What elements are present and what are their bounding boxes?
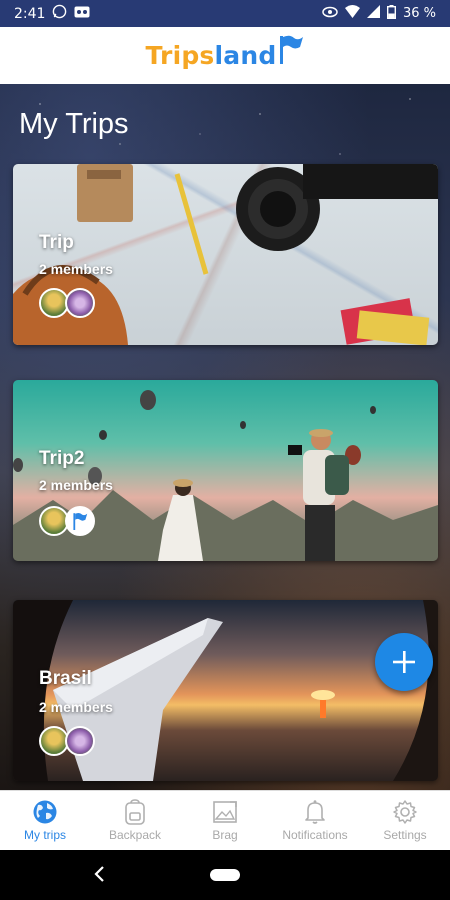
trip-card[interactable]: Trip 2 members — [13, 164, 438, 345]
nav-label: My trips — [24, 828, 66, 842]
app-logo: Trips land — [145, 35, 305, 70]
bell-icon — [305, 800, 325, 824]
status-time: 2:41 — [14, 5, 46, 22]
wifi-icon — [344, 5, 360, 22]
backpack-icon — [125, 799, 145, 825]
image-icon — [213, 801, 237, 823]
logo-text-trips: Trips — [145, 41, 215, 70]
trip-card[interactable]: Brasil 2 members — [13, 600, 438, 781]
trip-members: 2 members — [39, 477, 113, 493]
avatar — [65, 726, 95, 756]
whatsapp-icon — [52, 4, 67, 23]
flag-icon — [73, 513, 88, 530]
bottom-navigation: My trips Backpack Brag Notifications Set… — [0, 790, 450, 850]
system-navigation-bar — [0, 850, 450, 900]
signal-icon — [366, 5, 380, 22]
member-avatars — [39, 506, 95, 536]
nav-backpack[interactable]: Backpack — [90, 791, 180, 850]
page-title: My Trips — [19, 108, 129, 140]
battery-icon — [386, 4, 396, 23]
nav-settings[interactable]: Settings — [360, 791, 450, 850]
back-icon[interactable] — [93, 864, 105, 888]
eye-icon — [322, 6, 338, 22]
nav-label: Brag — [212, 828, 238, 842]
flag-icon — [278, 34, 304, 70]
member-avatars — [39, 726, 95, 756]
nav-label: Settings — [383, 828, 427, 842]
plus-icon — [393, 651, 415, 673]
nav-label: Notifications — [282, 828, 348, 842]
nav-brag[interactable]: Brag — [180, 791, 270, 850]
nav-my-trips[interactable]: My trips — [0, 791, 90, 850]
logo-text-land: land — [214, 41, 277, 70]
member-avatars — [39, 288, 95, 318]
battery-percent: 36 % — [402, 6, 436, 21]
trip-name: Trip2 — [39, 448, 85, 469]
trip-members: 2 members — [39, 261, 113, 277]
trip-members: 2 members — [39, 699, 113, 715]
trip-name: Trip — [39, 232, 74, 253]
home-pill[interactable] — [210, 869, 240, 881]
nav-label: Backpack — [108, 828, 162, 842]
avatar — [65, 288, 95, 318]
trip-name: Brasil — [39, 668, 92, 689]
status-bar: 2:41 36 % — [0, 0, 450, 27]
avatar — [65, 506, 95, 536]
nav-notifications[interactable]: Notifications — [270, 791, 360, 850]
add-trip-button[interactable] — [375, 633, 433, 691]
app-bar: Trips land — [0, 27, 450, 84]
trip-card[interactable]: Trip2 2 members — [13, 380, 438, 561]
gear-icon — [393, 800, 417, 824]
voicemail-icon — [74, 6, 90, 22]
globe-icon — [33, 800, 57, 824]
trips-screen[interactable]: My Trips Trip 2 members Trip2 2 members … — [0, 84, 450, 790]
